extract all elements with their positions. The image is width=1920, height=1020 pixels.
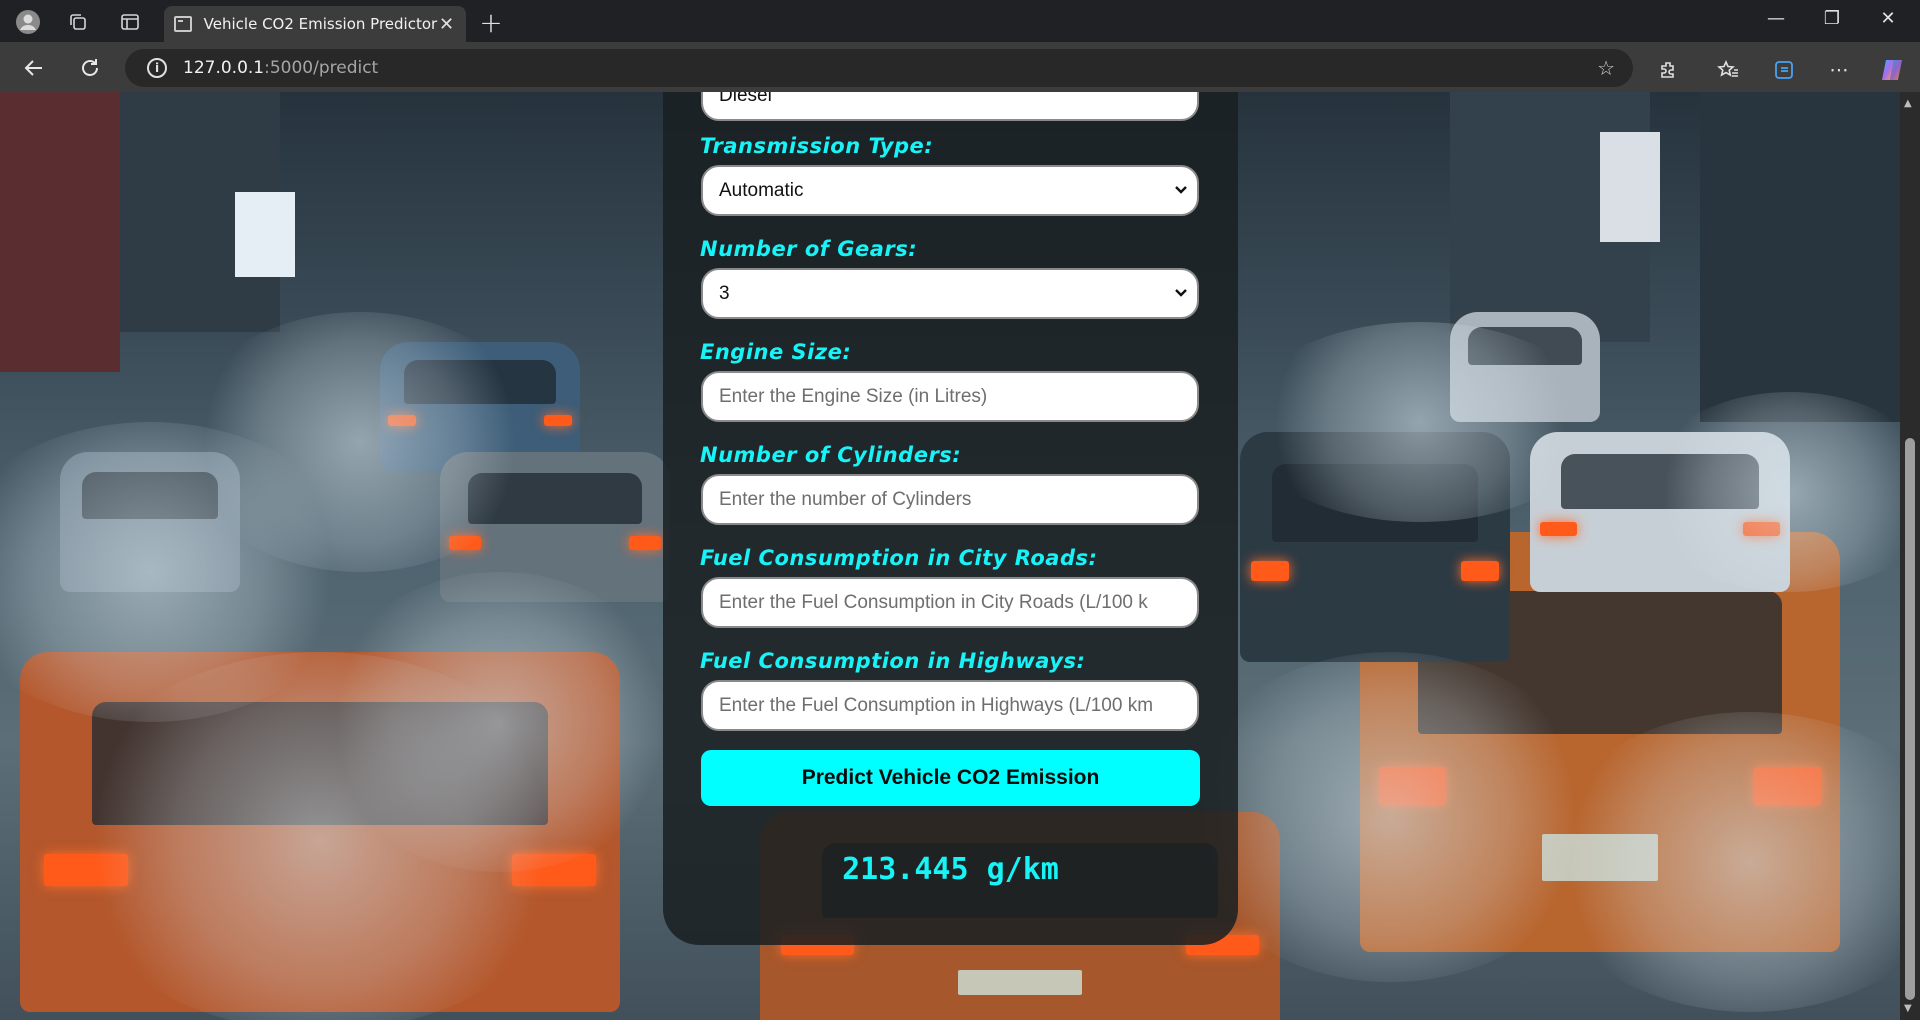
restore-window-button[interactable]: ❐ (1812, 8, 1852, 29)
extensions-icon[interactable] (1654, 56, 1682, 84)
number-of-cylinders-input[interactable]: Enter the number of Cylinders (701, 474, 1199, 525)
reload-button[interactable] (74, 52, 106, 84)
tab-title: Vehicle CO2 Emission Predictor (203, 15, 438, 33)
fuel-consumption-city-input[interactable]: Enter the Fuel Consumption in City Roads… (701, 577, 1199, 628)
url-host: 127.0.0.1 (183, 58, 265, 78)
browser-tab-bar: Vehicle CO2 Emission Predictor ✕ + — ❐ ✕ (0, 0, 1920, 42)
chevron-down-icon (1175, 186, 1187, 194)
transmission-type-value: Automatic (719, 179, 804, 201)
close-window-button[interactable]: ✕ (1868, 8, 1908, 29)
workspaces-icon[interactable] (64, 8, 92, 36)
address-bar[interactable]: i 127.0.0.1:5000/predict ☆ (125, 49, 1633, 87)
number-of-cylinders-label: Number of Cylinders: (700, 443, 962, 467)
new-tab-button[interactable]: + (476, 6, 506, 39)
fuel-consumption-highway-placeholder: Enter the Fuel Consumption in Highways (… (719, 694, 1154, 716)
chevron-down-icon (1175, 289, 1187, 297)
scroll-down-icon[interactable]: ▼ (1904, 1003, 1912, 1014)
number-of-gears-value: 3 (719, 282, 730, 304)
fuel-consumption-highway-input[interactable]: Enter the Fuel Consumption in Highways (… (701, 680, 1199, 731)
site-info-icon[interactable]: i (147, 58, 167, 78)
number-of-gears-label: Number of Gears: (700, 237, 918, 261)
scroll-thumb[interactable] (1905, 438, 1915, 1000)
engine-size-input[interactable]: Enter the Engine Size (in Litres) (701, 371, 1199, 422)
favorites-icon[interactable] (1714, 56, 1742, 84)
profile-avatar-icon[interactable] (14, 8, 42, 36)
fuel-consumption-highway-label: Fuel Consumption in Highways: (700, 649, 1086, 673)
fuel-consumption-city-label: Fuel Consumption in City Roads: (700, 546, 1098, 570)
engine-size-placeholder: Enter the Engine Size (in Litres) (719, 385, 988, 407)
minimize-window-button[interactable]: — (1756, 8, 1796, 29)
transmission-type-label: Transmission Type: (700, 134, 934, 158)
close-tab-icon[interactable]: ✕ (437, 14, 456, 35)
more-options-icon[interactable]: ⋯ (1825, 56, 1853, 84)
tab-actions-icon[interactable] (116, 8, 144, 36)
fuel-type-select[interactable]: Diesel (701, 92, 1199, 121)
number-of-cylinders-placeholder: Enter the number of Cylinders (719, 488, 972, 510)
engine-size-label: Engine Size: (700, 340, 852, 364)
transmission-type-select[interactable]: Automatic (701, 165, 1199, 216)
active-tab[interactable]: Vehicle CO2 Emission Predictor ✕ (164, 6, 466, 42)
predict-co2-button[interactable]: Predict Vehicle CO2 Emission (701, 750, 1200, 806)
url-path: :5000/predict (264, 58, 379, 78)
prediction-result: 213.445 g/km (842, 852, 1059, 887)
back-button[interactable] (18, 52, 50, 84)
favorite-star-icon[interactable]: ☆ (1597, 56, 1615, 80)
fuel-consumption-city-placeholder: Enter the Fuel Consumption in City Roads… (719, 591, 1148, 613)
terminal-favicon-icon (174, 16, 192, 32)
fuel-type-value: Diesel (719, 92, 772, 106)
collections-icon[interactable] (1770, 56, 1798, 84)
copilot-icon[interactable] (1878, 56, 1906, 84)
number-of-gears-select[interactable]: 3 (701, 268, 1199, 319)
scroll-up-icon[interactable]: ▲ (1904, 98, 1912, 109)
page-viewport: Diesel Transmission Type: Automatic Numb… (0, 92, 1920, 1020)
page-scrollbar[interactable]: ▲ ▼ (1900, 92, 1920, 1020)
